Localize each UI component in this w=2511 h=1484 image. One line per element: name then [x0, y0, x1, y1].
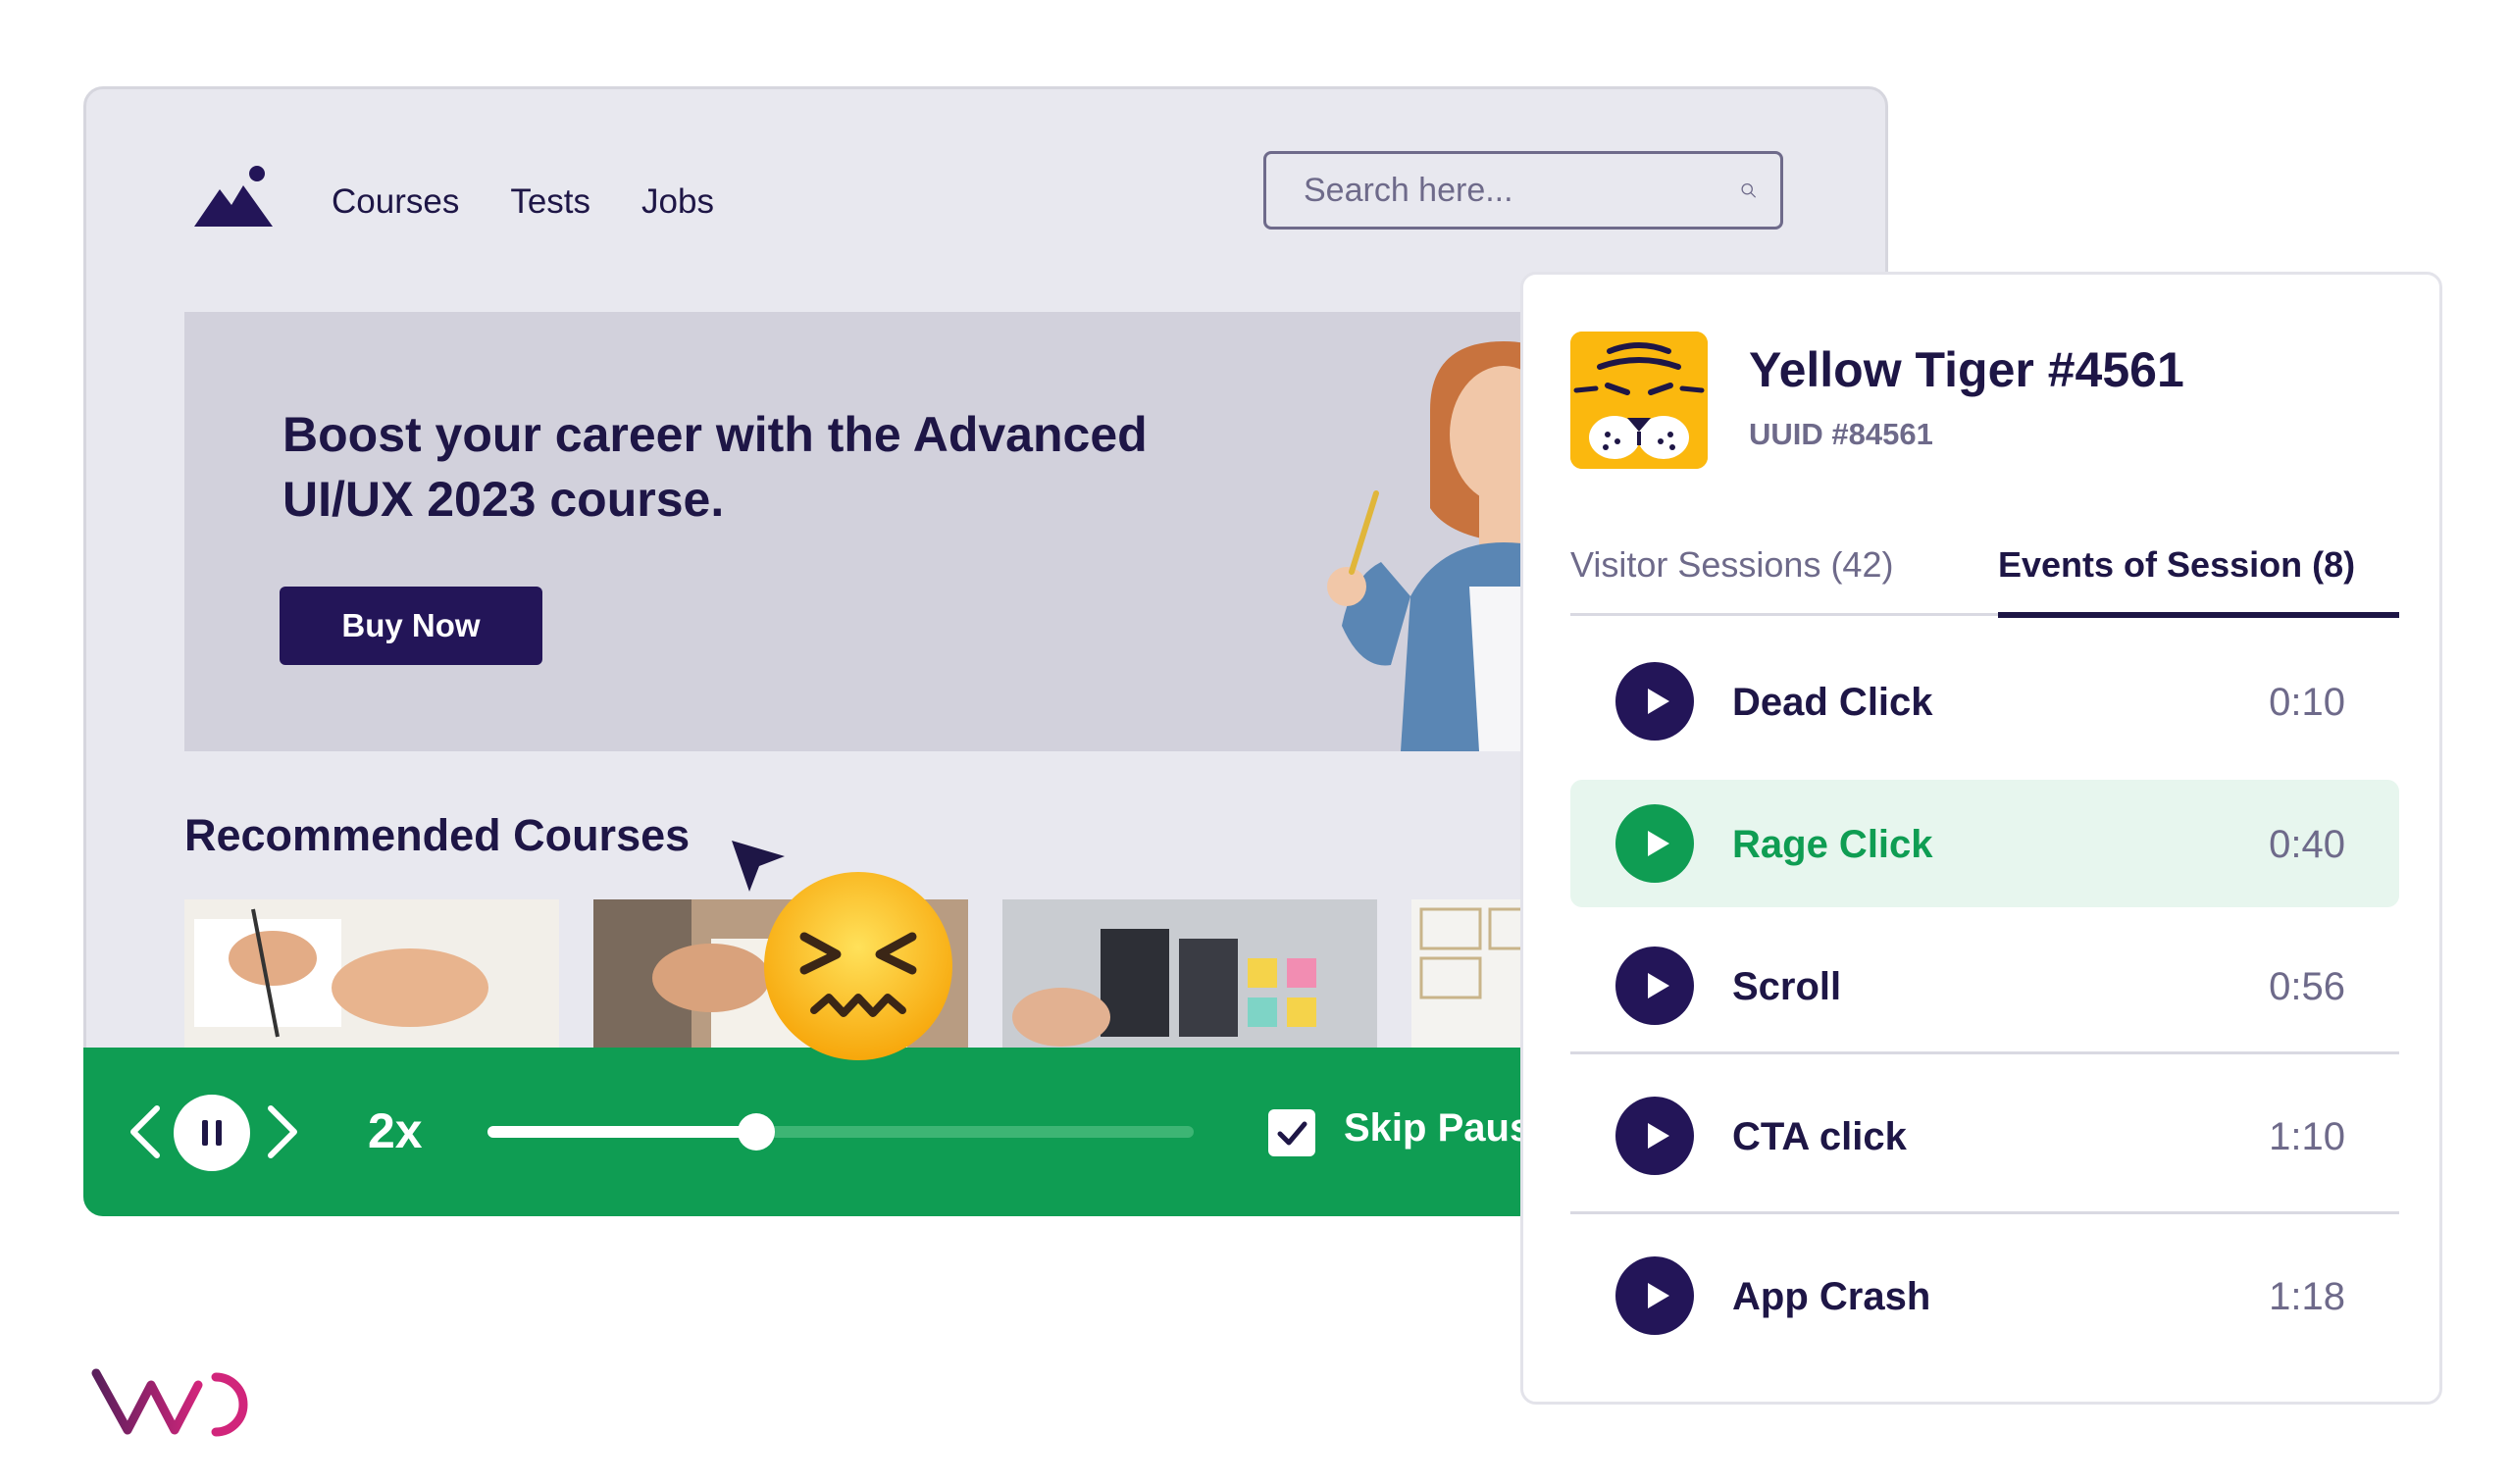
- recommended-courses-title: Recommended Courses: [184, 810, 691, 860]
- skip-pauses-checkbox[interactable]: [1268, 1109, 1315, 1156]
- progress-fill: [487, 1126, 756, 1138]
- play-icon[interactable]: [1615, 1256, 1694, 1335]
- confounded-emoji-icon: [764, 872, 952, 1060]
- chevron-left-icon[interactable]: [126, 1102, 165, 1161]
- play-icon[interactable]: [1615, 947, 1694, 1025]
- playback-speed[interactable]: 2x: [368, 1102, 423, 1159]
- session-panel: Yellow Tiger #4561 UUID #84561 Visitor S…: [1520, 272, 2442, 1405]
- search-input[interactable]: [1302, 170, 1740, 211]
- pause-button[interactable]: [174, 1095, 250, 1171]
- nav-tests[interactable]: Tests: [510, 182, 590, 222]
- active-tab-indicator: [1998, 612, 2399, 618]
- event-label: Rage Click: [1732, 823, 1933, 866]
- chevron-right-icon[interactable]: [263, 1102, 302, 1161]
- session-tabs: Visitor Sessions (42) Events of Session …: [1570, 525, 2399, 618]
- search-box: [1263, 151, 1783, 230]
- event-label: App Crash: [1732, 1275, 1931, 1318]
- progress-handle[interactable]: [737, 1113, 775, 1151]
- hero-title: Boost your career with the Advanced UI/U…: [282, 407, 1148, 527]
- progress-track[interactable]: [487, 1113, 1194, 1151]
- buy-now-button[interactable]: Buy Now: [280, 587, 542, 665]
- event-time: 1:18: [2269, 1275, 2345, 1318]
- event-time: 0:10: [2269, 681, 2345, 724]
- skip-pauses-label[interactable]: Skip Paus: [1344, 1106, 1531, 1151]
- play-icon[interactable]: [1615, 662, 1694, 741]
- tiger-avatar-icon: [1570, 332, 1708, 469]
- search-icon[interactable]: [1740, 171, 1757, 210]
- checkmark-icon: [1277, 1121, 1307, 1146]
- visitor-name: Yellow Tiger #4561: [1749, 342, 2184, 397]
- event-row-scroll[interactable]: Scroll 0:56: [1570, 922, 2399, 1054]
- pause-icon: [202, 1120, 222, 1146]
- main-nav: Courses Tests Jobs: [332, 182, 714, 222]
- visitor-avatar: [1570, 332, 1708, 469]
- event-time: 1:10: [2269, 1115, 2345, 1158]
- event-label: CTA click: [1732, 1115, 1907, 1158]
- nav-jobs[interactable]: Jobs: [641, 182, 714, 222]
- event-row-cta-click[interactable]: CTA click 1:10: [1570, 1057, 2399, 1214]
- mountain-logo-icon[interactable]: [194, 164, 273, 227]
- event-label: Scroll: [1732, 965, 1842, 1008]
- event-row-app-crash[interactable]: App Crash 1:18: [1570, 1217, 2399, 1374]
- play-icon[interactable]: [1615, 1097, 1694, 1175]
- event-label: Dead Click: [1732, 681, 1933, 724]
- visitor-uuid: UUID #84561: [1749, 417, 1933, 451]
- vwo-logo: [91, 1368, 248, 1437]
- play-icon[interactable]: [1615, 804, 1694, 883]
- course-thumbnail[interactable]: [184, 899, 559, 1052]
- event-row-rage-click[interactable]: Rage Click 0:40: [1570, 780, 2399, 907]
- event-row-dead-click[interactable]: Dead Click 0:10: [1570, 638, 2399, 765]
- event-time: 0:56: [2269, 965, 2345, 1008]
- nav-courses[interactable]: Courses: [332, 182, 459, 222]
- course-thumbnail[interactable]: [1002, 899, 1377, 1052]
- tab-visitor-sessions[interactable]: Visitor Sessions (42): [1570, 544, 1893, 586]
- event-time: 0:40: [2269, 823, 2345, 866]
- tab-events-of-session[interactable]: Events of Session (8): [1998, 544, 2355, 586]
